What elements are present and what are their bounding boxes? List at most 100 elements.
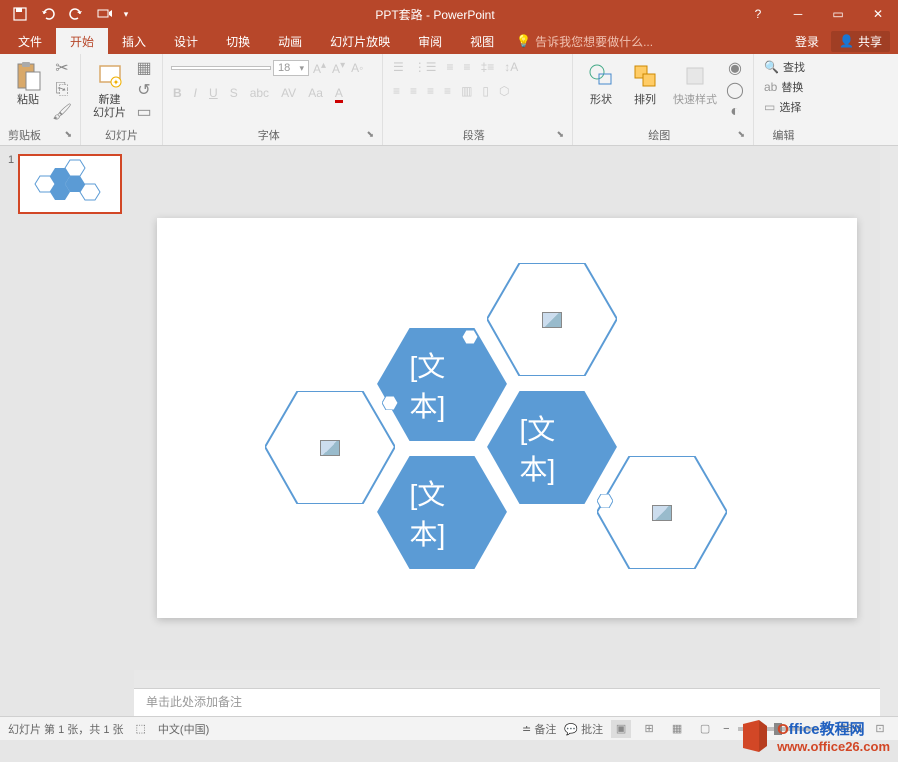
paste-button[interactable]: 粘贴 [8, 58, 48, 109]
sorter-view-icon[interactable]: ⊞ [639, 720, 659, 738]
find-button[interactable]: 🔍查找 [762, 58, 805, 76]
replace-button[interactable]: ab替换 [762, 78, 805, 96]
share-label: 共享 [858, 33, 882, 50]
hex-connector [462, 330, 478, 344]
spacing-icon[interactable]: AV [279, 84, 298, 102]
increase-font-icon[interactable]: A▴ [311, 58, 328, 78]
copy-icon[interactable]: ⎘ [52, 80, 72, 100]
horizontal-scrollbar[interactable] [134, 670, 880, 688]
shape-effects-icon[interactable]: ◐ [725, 102, 745, 122]
shapes-button[interactable]: 形状 [581, 58, 621, 109]
lightbulb-icon: 💡 [516, 34, 531, 48]
decrease-indent-icon[interactable]: ≡ [445, 58, 456, 76]
smartart-icon[interactable]: ⬡ [497, 82, 511, 100]
shape-fill-icon[interactable]: ◉ [725, 58, 745, 78]
notes-toggle[interactable]: ≐ 备注 [522, 721, 556, 737]
image-placeholder-icon [542, 312, 562, 328]
start-from-beginning-icon[interactable] [92, 2, 116, 26]
slide-area: [文本] [文本] [文本] 单击此处添加备注 [134, 146, 880, 716]
tab-review[interactable]: 审阅 [404, 28, 456, 54]
italic-icon[interactable]: I [192, 84, 199, 102]
font-name-combo[interactable] [171, 66, 271, 70]
text-direction-icon[interactable]: ↕A [502, 58, 520, 76]
justify-icon[interactable]: ≡ [442, 82, 453, 100]
slide-canvas[interactable]: [文本] [文本] [文本] [134, 146, 880, 670]
drawing-dialog-launcher[interactable]: ⬊ [737, 129, 745, 140]
tab-animations[interactable]: 动画 [264, 28, 316, 54]
hex-outline-left[interactable] [265, 391, 395, 504]
reset-icon[interactable]: ↺ [134, 80, 154, 100]
tab-design[interactable]: 设计 [160, 28, 212, 54]
font-color-icon[interactable]: A [333, 84, 345, 102]
decrease-font-icon[interactable]: A▾ [330, 58, 347, 78]
tab-file[interactable]: 文件 [4, 28, 56, 54]
minimize-icon[interactable]: ─ [778, 0, 818, 28]
zoom-out-icon[interactable]: − [723, 723, 729, 735]
section-icon[interactable]: ▭ [134, 102, 154, 122]
language-indicator[interactable]: 中文(中国) [158, 721, 209, 737]
tab-view[interactable]: 视图 [456, 28, 508, 54]
close-icon[interactable]: ✕ [858, 0, 898, 28]
strikethrough-icon[interactable]: S [228, 84, 240, 102]
align-text-icon[interactable]: ▯ [480, 82, 491, 100]
slide-counter[interactable]: 幻灯片 第 1 张，共 1 张 [8, 721, 124, 737]
align-left-icon[interactable]: ≡ [391, 82, 402, 100]
bullets-icon[interactable]: ☰ [391, 58, 406, 76]
hex-text-3[interactable]: [文本] [377, 456, 507, 569]
group-slides: ✦ 新建 幻灯片 ▦ ↺ ▭ 幻灯片 [81, 54, 163, 145]
numbering-icon[interactable]: ⋮☰ [412, 58, 439, 76]
undo-icon[interactable] [36, 2, 60, 26]
notes-pane[interactable]: 单击此处添加备注 [134, 688, 880, 716]
comments-toggle[interactable]: 💬 批注 [564, 721, 603, 737]
maximize-icon[interactable]: ▭ [818, 0, 858, 28]
slideshow-view-icon[interactable]: ▢ [695, 720, 715, 738]
paragraph-group-label: 段落 [391, 125, 556, 143]
tab-home[interactable]: 开始 [56, 28, 108, 54]
tab-transitions[interactable]: 切换 [212, 28, 264, 54]
slide-thumbnail[interactable] [18, 154, 122, 214]
save-icon[interactable] [8, 2, 32, 26]
workspace: 1 [0, 146, 898, 716]
clear-format-icon[interactable]: A◦ [349, 59, 365, 77]
new-slide-button[interactable]: ✦ 新建 幻灯片 [89, 58, 130, 122]
align-center-icon[interactable]: ≡ [408, 82, 419, 100]
new-slide-label: 新建 幻灯片 [93, 94, 126, 120]
spell-check-icon[interactable]: ⬚ [136, 722, 146, 735]
shape-outline-icon[interactable]: ◯ [725, 80, 745, 100]
paste-label: 粘贴 [17, 94, 39, 107]
underline-icon[interactable]: U [207, 84, 220, 102]
font-size-combo[interactable]: 18▾ [273, 60, 309, 76]
bold-icon[interactable]: B [171, 84, 184, 102]
align-right-icon[interactable]: ≡ [425, 82, 436, 100]
font-dialog-launcher[interactable]: ⬊ [366, 129, 374, 140]
qat-dropdown-icon[interactable]: ▾ [120, 2, 132, 26]
tab-insert[interactable]: 插入 [108, 28, 160, 54]
login-link[interactable]: 登录 [795, 33, 819, 50]
group-clipboard: 粘贴 ✂ ⎘ 🖌 剪贴板⬊ [0, 54, 81, 145]
hex-connector [597, 494, 613, 508]
redo-icon[interactable] [64, 2, 88, 26]
shadow-icon[interactable]: abc [248, 84, 271, 102]
line-spacing-icon[interactable]: ‡≡ [479, 58, 497, 76]
change-case-icon[interactable]: Aa [306, 84, 325, 102]
columns-icon[interactable]: ▥ [459, 82, 474, 100]
increase-indent-icon[interactable]: ≡ [462, 58, 473, 76]
clipboard-dialog-launcher[interactable]: ⬊ [64, 129, 72, 140]
format-painter-icon[interactable]: 🖌 [52, 102, 72, 122]
normal-view-icon[interactable]: ▣ [611, 720, 631, 738]
share-button[interactable]: 👤 共享 [831, 31, 890, 52]
arrange-button[interactable]: 排列 [625, 58, 665, 109]
cut-icon[interactable]: ✂ [52, 58, 72, 78]
paragraph-dialog-launcher[interactable]: ⬊ [556, 129, 564, 140]
vertical-scrollbar[interactable] [880, 146, 898, 716]
slide[interactable]: [文本] [文本] [文本] [157, 218, 857, 618]
tell-me-search[interactable]: 💡 告诉我您想要做什么... [508, 33, 653, 50]
help-icon[interactable]: ? [738, 0, 778, 28]
quick-styles-button[interactable]: 快速样式 [669, 58, 721, 109]
reading-view-icon[interactable]: ▦ [667, 720, 687, 738]
select-button[interactable]: ▭选择 [762, 98, 805, 116]
tab-slideshow[interactable]: 幻灯片放映 [316, 28, 404, 54]
layout-icon[interactable]: ▦ [134, 58, 154, 78]
drawing-group-label: 绘图 [581, 125, 737, 143]
hex-text-label: [文本] [520, 408, 585, 488]
